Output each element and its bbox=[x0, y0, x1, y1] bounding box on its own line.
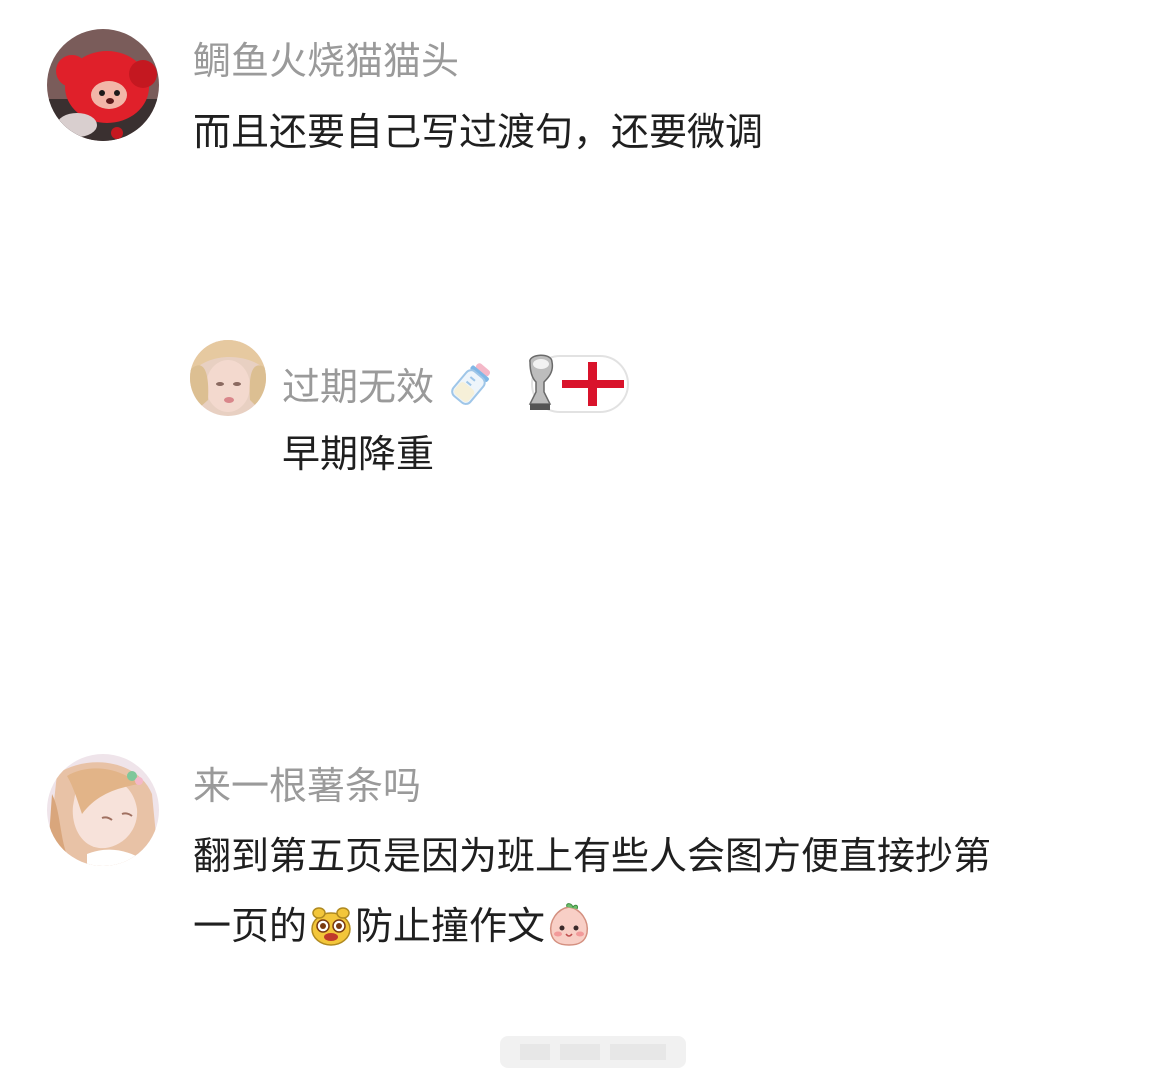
england-flag-icon bbox=[562, 362, 625, 406]
avatar-red-plush[interactable] bbox=[47, 29, 159, 141]
avatar-blonde-girl[interactable] bbox=[190, 340, 266, 416]
username-1[interactable]: 鲷鱼火烧猫猫头 bbox=[193, 37, 459, 85]
comment-text-3-part-a: 一页的 bbox=[193, 904, 308, 948]
trophy-england-badge bbox=[522, 352, 632, 427]
comment-text-1: 而且还要自己写过渡句，还要微调 bbox=[193, 110, 764, 154]
username-2[interactable]: 过期无效 bbox=[282, 352, 632, 427]
comment-text-2: 早期降重 bbox=[282, 432, 435, 476]
username-3[interactable]: 来一根薯条吗 bbox=[193, 762, 421, 810]
yellow-dog-face-icon bbox=[309, 903, 353, 947]
baby-bottle-icon bbox=[446, 359, 496, 420]
comment-text-3-line2: 一页的 防止撞作文 bbox=[193, 898, 593, 954]
username-2-label: 过期无效 bbox=[282, 365, 435, 409]
comment-text-3-part-b: 防止撞作文 bbox=[355, 904, 546, 948]
comment-text-3-line1: 翻到第五页是因为班上有些人会图方便直接抄第 bbox=[193, 834, 992, 878]
pink-peach-face-icon bbox=[547, 903, 591, 947]
watermark-logo bbox=[500, 1032, 686, 1072]
avatar-anime-girl[interactable] bbox=[47, 754, 159, 866]
